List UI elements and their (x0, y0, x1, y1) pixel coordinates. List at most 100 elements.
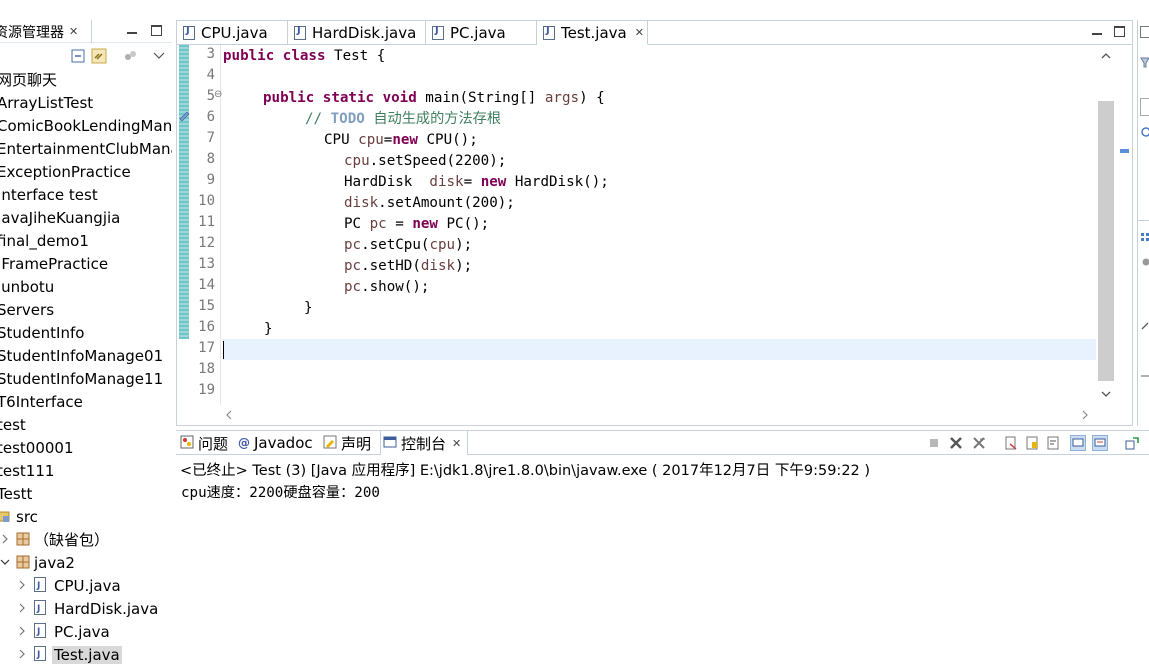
tree-item-src[interactable]: src (0, 505, 172, 528)
overview-marker[interactable] (1120, 149, 1129, 153)
console-output[interactable]: cpu速度：2200硬盘容量：200 (181, 482, 380, 502)
tree-item[interactable]: lunbotu (0, 275, 172, 298)
show-on-output-icon[interactable] (1070, 435, 1086, 451)
filter-icon[interactable] (1140, 56, 1149, 72)
tree-item[interactable]: final_demo1 (0, 229, 172, 252)
view-menu-icon[interactable] (123, 48, 139, 64)
code-line: disk.setAmount(200); (344, 195, 515, 211)
grid-icon[interactable] (1140, 232, 1149, 248)
tab-harddisk-java[interactable]: HardDisk.java (288, 21, 426, 45)
scroll-right-icon[interactable] (1081, 409, 1089, 423)
chevron-right-icon[interactable] (0, 532, 10, 546)
chevron-right-icon[interactable] (17, 624, 27, 638)
java-file-icon (543, 25, 555, 40)
close-icon[interactable]: ✕ (69, 25, 78, 38)
package-icon (16, 555, 30, 573)
tab-test-java[interactable]: Test.java ✕ (537, 21, 648, 45)
tree-item[interactable]: test00001 (0, 436, 172, 459)
tree-item[interactable]: JFramePractice (0, 252, 172, 275)
code-editor: CPU.java HardDisk.java PC.java Test.java… (176, 20, 1133, 426)
package-icon (16, 532, 30, 550)
vertical-scrollbar[interactable] (1096, 45, 1116, 405)
scroll-down-icon[interactable] (1101, 387, 1111, 401)
tree-item-cpu-java[interactable]: J CPU.java (0, 574, 172, 597)
tree-item-default-package[interactable]: （缺省包） (0, 528, 172, 551)
java-file-icon (432, 25, 444, 40)
clear-console-icon[interactable] (1003, 435, 1019, 451)
tree-item[interactable]: StudentInfoManage11 (0, 367, 172, 390)
tree-item[interactable]: Interface test (0, 183, 172, 206)
project-tree: 网页聊天 ArrayListTest ComicBookLendingMan E… (0, 68, 172, 666)
tab-problems[interactable]: 问题 (178, 431, 228, 455)
text-caret (223, 341, 224, 359)
show-on-error-icon[interactable] (1092, 435, 1108, 451)
terminate-icon[interactable] (926, 435, 942, 451)
minimize-icon[interactable] (1091, 25, 1103, 37)
source-folder-icon (0, 509, 11, 527)
code-area[interactable]: public class Test { public static void m… (223, 45, 1096, 405)
tree-item[interactable]: StudentInfoManage01 (0, 344, 172, 367)
tree-item[interactable]: 网页聊天 (0, 68, 172, 91)
tree-item[interactable]: Testt (0, 482, 172, 505)
tree-item-harddisk-java[interactable]: J HardDisk.java (0, 597, 172, 620)
tree-item[interactable]: test111 (0, 459, 172, 482)
pane-divider (1138, 220, 1149, 221)
chevron-down-icon[interactable] (0, 555, 10, 569)
tree-item[interactable]: JavaJiheKuangjia (0, 206, 172, 229)
outline-node-icon[interactable] (1140, 126, 1149, 142)
tree-item-pc-java[interactable]: J PC.java (0, 620, 172, 643)
collapse-all-icon[interactable] (70, 48, 86, 64)
tree-item[interactable]: ExceptionPractice (0, 160, 172, 183)
tab-javadoc[interactable]: @ Javadoc (236, 431, 313, 455)
current-line-highlight (223, 339, 1096, 360)
java-file-icon (294, 25, 306, 40)
tree-item[interactable]: EntertainmentClubMana (0, 137, 172, 160)
close-icon[interactable]: ✕ (452, 437, 461, 450)
tree-item[interactable]: ComicBookLendingMan (0, 114, 172, 137)
tab-cpu-java[interactable]: CPU.java (177, 21, 288, 45)
declaration-icon (323, 435, 337, 452)
scroll-left-icon[interactable] (225, 409, 233, 423)
minimize-icon[interactable] (126, 24, 138, 36)
horizontal-scrollbar[interactable] (221, 405, 1096, 425)
scrollbar-thumb[interactable] (1098, 101, 1114, 381)
explorer-toolbar (0, 44, 172, 66)
tree-item[interactable]: StudentInfo (0, 321, 172, 344)
link-with-editor-icon[interactable] (91, 48, 107, 64)
tab-pc-java[interactable]: PC.java (426, 21, 537, 45)
view-icon[interactable] (1140, 370, 1149, 386)
explorer-tab-bar: 资源管理器 ✕ (0, 20, 172, 43)
tree-item[interactable]: Servers (0, 298, 172, 321)
tab-console[interactable]: 控制台 ✕ (380, 431, 469, 455)
explorer-tab[interactable]: 资源管理器 ✕ (0, 20, 92, 43)
chevron-down-icon[interactable] (151, 48, 167, 64)
svg-text:J: J (36, 650, 40, 660)
fold-icon[interactable]: ⊖ (214, 89, 222, 100)
word-wrap-icon[interactable] (1045, 435, 1061, 451)
tree-item[interactable]: T6Interface (0, 390, 172, 413)
tree-item-test-java[interactable]: J Test.java (0, 643, 172, 666)
maximize-icon[interactable] (1113, 25, 1125, 37)
chevron-right-icon[interactable] (17, 578, 27, 592)
remove-all-terminated-icon[interactable] (971, 435, 987, 451)
maximize-icon[interactable] (150, 24, 162, 36)
line-number-gutter: 3 4 5 ⊖ 6 7 8 9 10 11 12 13 14 15 16 17 … (177, 45, 222, 405)
chevron-right-icon[interactable] (17, 601, 27, 615)
java-file-icon: J (34, 623, 47, 642)
remove-launch-icon[interactable] (948, 435, 964, 451)
outline-icon[interactable] (1140, 26, 1149, 42)
tree-item[interactable]: test (0, 413, 172, 436)
outline-search-field[interactable] (1140, 98, 1149, 116)
close-icon[interactable]: ✕ (635, 26, 644, 39)
scroll-up-icon[interactable] (1101, 49, 1111, 63)
chevron-right-icon[interactable] (17, 647, 27, 661)
tree-item-java2[interactable]: java2 (0, 551, 172, 574)
settings-icon[interactable] (1140, 256, 1149, 272)
tab-declaration[interactable]: 声明 (321, 431, 371, 455)
scroll-lock-icon[interactable] (1024, 435, 1040, 451)
pin-console-icon[interactable] (1124, 435, 1140, 451)
tree-item[interactable]: ArrayListTest (0, 91, 172, 114)
javadoc-icon: @ (238, 436, 250, 450)
overview-ruler[interactable] (1116, 45, 1132, 405)
link-icon[interactable] (1140, 320, 1149, 336)
